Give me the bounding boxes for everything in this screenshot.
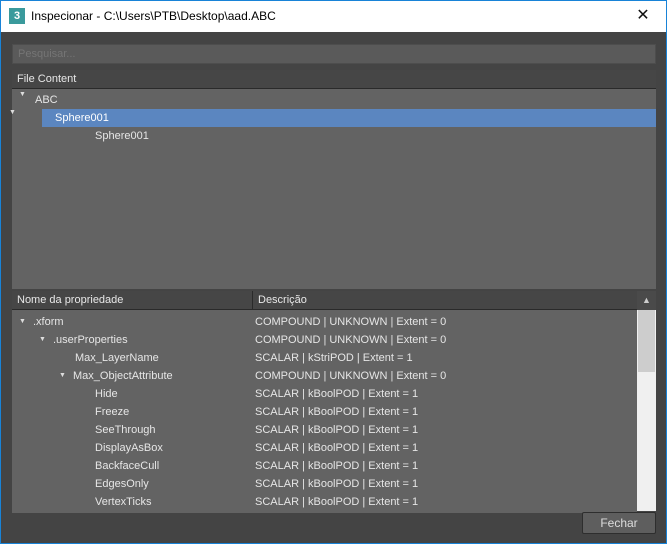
property-name: Max_ObjectAttribute (73, 370, 173, 382)
property-row[interactable]: Hide SCALAR | kBoolPOD | Extent = 1 (12, 385, 637, 403)
scrollbar-thumb[interactable] (638, 310, 655, 372)
property-row[interactable]: VertexTicks SCALAR | kBoolPOD | Extent = … (12, 493, 637, 511)
expand-arrow-icon[interactable]: ▼ (59, 367, 66, 385)
property-row[interactable]: MotionPaths SCALAR | kBoolPOD | Extent = … (12, 511, 637, 513)
tree-item[interactable]: ABC (12, 91, 656, 109)
property-description: COMPOUND | UNKNOWN | Extent = 0 (255, 370, 447, 382)
tree-item-label: Sphere001 (55, 112, 109, 124)
property-name: DisplayAsBox (95, 442, 163, 454)
property-description: SCALAR | kBoolPOD | Extent = 1 (255, 442, 419, 454)
close-window-button[interactable]: ✕ (620, 1, 666, 32)
tree-item-label: ABC (35, 94, 58, 106)
property-description: COMPOUND | UNKNOWN | Extent = 0 (255, 334, 447, 346)
search-input[interactable] (12, 44, 656, 64)
property-name: .xform (33, 316, 64, 328)
property-row[interactable]: ▼ .userProperties COMPOUND | UNKNOWN | Ext… (12, 331, 637, 349)
property-row[interactable]: Max_LayerName SCALAR | kStriPOD | Extent … (12, 349, 637, 367)
property-row[interactable]: DisplayAsBox SCALAR | kBoolPOD | Extent =… (12, 439, 637, 457)
property-description: SCALAR | kBoolPOD | Extent = 1 (255, 496, 419, 508)
file-tree[interactable]: ▼ ABC ▼ Sphere001 Sphere001 (9, 89, 656, 289)
properties-list[interactable]: ▼ .xform COMPOUND | UNKNOWN | Extent = 0 ▼.… (12, 310, 637, 513)
inspect-window: 3 Inspecionar - C:\Users\PTB\Desktop\aad… (0, 0, 667, 544)
property-description: SCALAR | kBoolPOD | Extent = 1 (255, 388, 419, 400)
expand-arrow-icon[interactable]: ▼ (39, 331, 46, 349)
expand-arrow-icon[interactable]: ▼ (9, 109, 16, 116)
property-row[interactable]: Freeze SCALAR | kBoolPOD | Extent = 1 (12, 403, 637, 421)
property-description: SCALAR | kBoolPOD | Extent = 1 (255, 511, 418, 513)
file-content-header: File Content (12, 70, 656, 89)
property-row[interactable]: EdgesOnly SCALAR | kBoolPOD | Extent = 1 (12, 475, 637, 493)
expand-arrow-icon[interactable]: ▼ (19, 313, 26, 331)
column-header-description[interactable]: Descrição (253, 291, 637, 310)
property-description: COMPOUND | UNKNOWN | Extent = 0 (255, 316, 447, 328)
property-name: Hide (95, 388, 118, 400)
property-name: VertexTicks (95, 496, 152, 508)
tree-item[interactable]: Sphere001 (42, 109, 656, 127)
tree-item-label: Sphere001 (95, 130, 149, 142)
column-header-name[interactable]: Nome da propriedade (12, 291, 253, 310)
scroll-up-icon[interactable]: ▲ (637, 291, 656, 310)
property-name: Freeze (95, 406, 130, 418)
property-name: BackfaceCull (95, 460, 160, 472)
property-description: SCALAR | kStriPOD | Extent = 1 (255, 352, 413, 364)
property-description: SCALAR | kBoolPOD | Extent = 1 (255, 460, 419, 472)
property-row[interactable]: ▼ Max_ObjectAttribute COMPOUND | UNKNOWN |… (12, 367, 637, 385)
close-button[interactable]: Fechar (582, 512, 656, 534)
property-description: SCALAR | kBoolPOD | Extent = 1 (255, 424, 419, 436)
property-name: .userProperties (53, 334, 128, 346)
property-name: Max_LayerName (75, 352, 159, 364)
property-name: MotionPaths (95, 511, 156, 513)
property-name: SeeThrough (95, 424, 156, 436)
app-icon: 3 (9, 8, 25, 24)
property-description: SCALAR | kBoolPOD | Extent = 1 (255, 406, 419, 418)
title-bar: 3 Inspecionar - C:\Users\PTB\Desktop\aad… (1, 1, 666, 32)
property-description: SCALAR | kBoolPOD | Extent = 1 (255, 478, 419, 490)
property-row[interactable]: BackfaceCull SCALAR | kBoolPOD | Extent =… (12, 457, 637, 475)
window-title: Inspecionar - C:\Users\PTB\Desktop\aad.A… (31, 9, 276, 23)
property-row[interactable]: ▼ .xform COMPOUND | UNKNOWN | Extent = 0 (12, 313, 637, 331)
tree-item[interactable]: Sphere001 (12, 127, 656, 145)
property-row[interactable]: SeeThrough SCALAR | kBoolPOD | Extent = 1 (12, 421, 637, 439)
property-name: EdgesOnly (95, 478, 149, 490)
